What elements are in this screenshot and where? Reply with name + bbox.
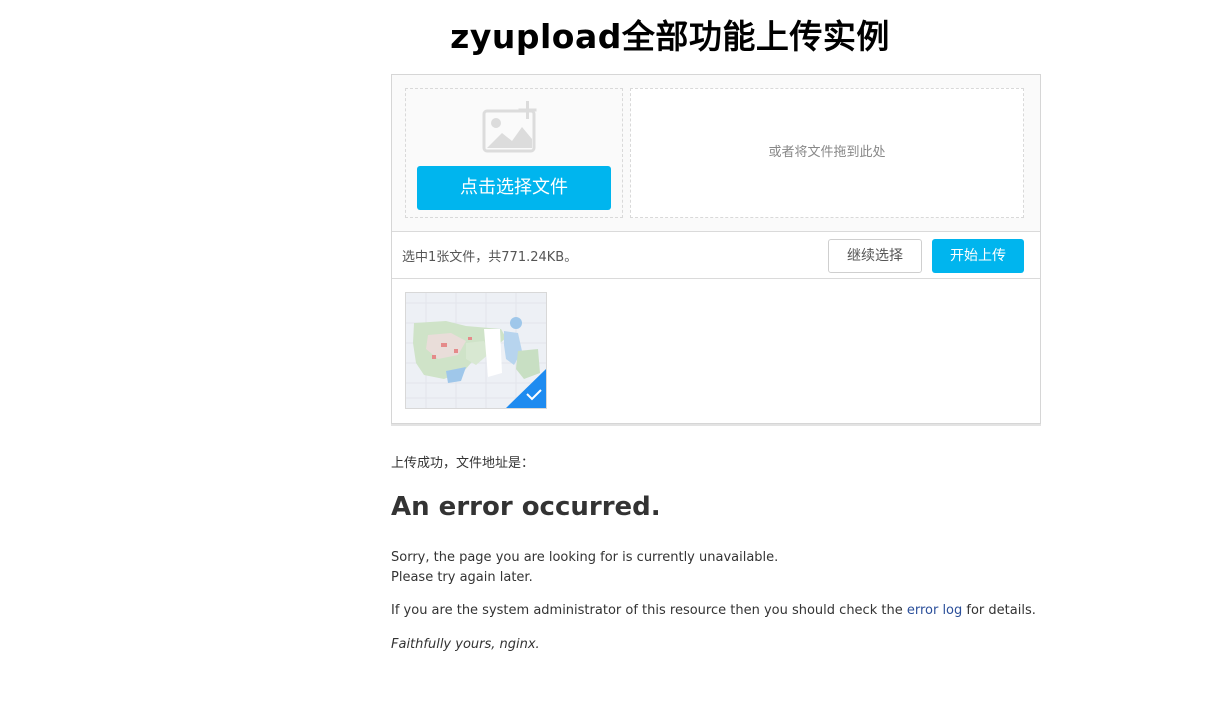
file-select-box: 点击选择文件 bbox=[405, 88, 623, 218]
continue-select-button[interactable]: 继续选择 bbox=[828, 239, 922, 273]
admin-note: If you are the system administrator of t… bbox=[391, 603, 1036, 618]
error-heading: An error occurred. bbox=[391, 492, 661, 522]
error-line-1: Sorry, the page you are looking for is c… bbox=[391, 550, 779, 565]
error-log-link[interactable]: error log bbox=[907, 603, 962, 618]
start-upload-button[interactable]: 开始上传 bbox=[932, 239, 1024, 273]
upload-top-area: 点击选择文件 或者将文件拖到此处 bbox=[392, 75, 1040, 232]
map-thumbnail-image bbox=[406, 293, 546, 408]
admin-note-suffix: for details. bbox=[966, 603, 1036, 618]
page-title: zyupload全部功能上传实例 bbox=[450, 17, 890, 56]
upload-success-message: 上传成功，文件地址是： bbox=[391, 456, 535, 471]
drop-zone[interactable]: 或者将文件拖到此处 bbox=[630, 88, 1024, 218]
uploader-panel: 点击选择文件 或者将文件拖到此处 选中1张文件，共771.24KB。 继续选择 … bbox=[391, 74, 1041, 424]
preview-area bbox=[392, 279, 1040, 423]
selection-status: 选中1张文件，共771.24KB。 bbox=[402, 250, 578, 265]
admin-note-prefix: If you are the system administrator of t… bbox=[391, 603, 903, 618]
file-thumbnail[interactable] bbox=[405, 292, 547, 409]
nginx-signature: Faithfully yours, nginx. bbox=[391, 637, 540, 652]
select-file-button[interactable]: 点击选择文件 bbox=[417, 166, 611, 210]
error-line-2: Please try again later. bbox=[391, 570, 533, 585]
status-bar: 选中1张文件，共771.24KB。 继续选择 开始上传 bbox=[392, 231, 1040, 279]
add-image-icon bbox=[482, 101, 537, 153]
